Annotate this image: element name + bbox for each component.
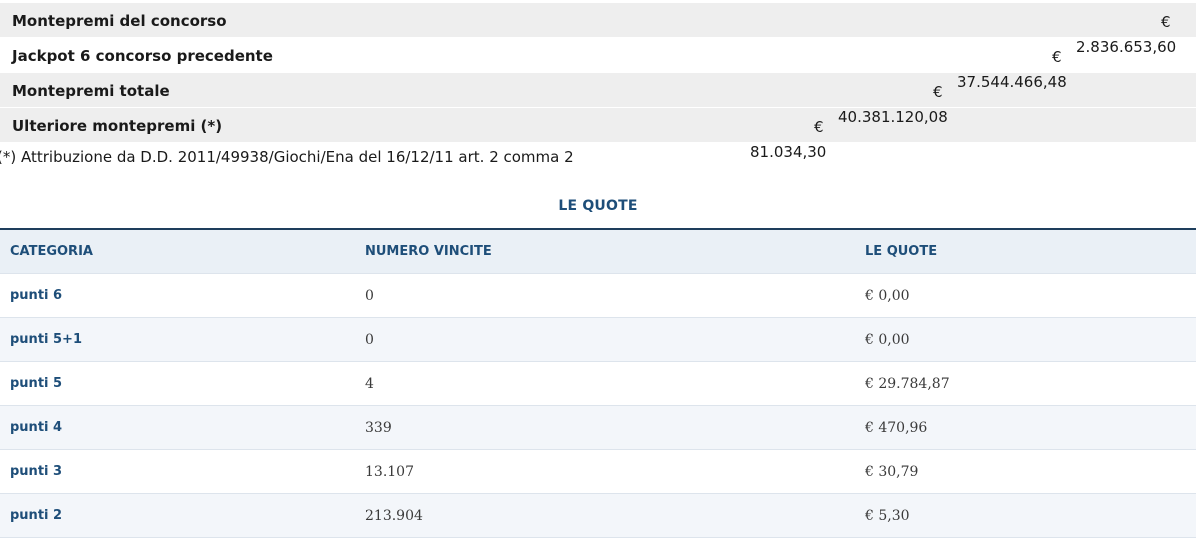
cell-quota: € 29.784,87: [855, 361, 1196, 406]
cell-categoria: punti 2: [0, 493, 355, 538]
cell-categoria: punti 6: [0, 273, 355, 318]
euro-symbol: €: [933, 83, 943, 101]
prize-row-ulteriore-montepremi: Ulteriore montepremi (*) € 40.381.120,08: [0, 108, 1196, 142]
overflow-amount: 81.034,30: [750, 143, 827, 161]
cell-categoria: punti 5+1: [0, 317, 355, 362]
cell-categoria: punti 5: [0, 361, 355, 406]
prize-amount: 37.544.466,48: [957, 73, 1067, 91]
prize-label: Ulteriore montepremi (*): [12, 117, 223, 135]
cell-numero-vincite: 213.904: [355, 493, 855, 538]
prize-row-jackpot-precedente: Jackpot 6 concorso precedente € 2.836.65…: [0, 38, 1196, 72]
prize-row-montepremi-concorso: Montepremi del concorso €: [0, 3, 1196, 37]
header-categoria: CATEGORIA: [0, 229, 355, 274]
footnote: (*) Attribuzione da D.D. 2011/49938/Gioc…: [0, 148, 574, 166]
table-row: punti 6 0 € 0,00: [0, 273, 1196, 318]
table-row: punti 5 4 € 29.784,87: [0, 361, 1196, 406]
cell-quota: € 5,30: [855, 493, 1196, 538]
cell-numero-vincite: 0: [355, 273, 855, 318]
prize-row-montepremi-totale: Montepremi totale € 37.544.466,48: [0, 73, 1196, 107]
cell-quota: € 30,79: [855, 449, 1196, 494]
cell-numero-vincite: 4: [355, 361, 855, 406]
prize-label: Montepremi totale: [12, 82, 170, 100]
quote-table: CATEGORIA NUMERO VINCITE LE QUOTE punti …: [0, 228, 1196, 538]
cell-numero-vincite: 0: [355, 317, 855, 362]
cell-categoria: punti 3: [0, 449, 355, 494]
quote-table-title: LE QUOTE: [558, 198, 638, 214]
prize-label: Jackpot 6 concorso precedente: [12, 47, 273, 65]
prize-amount: 2.836.653,60: [1076, 38, 1177, 56]
prize-amount: 40.381.120,08: [838, 108, 948, 126]
table-row: punti 5+1 0 € 0,00: [0, 317, 1196, 362]
euro-symbol: €: [1161, 13, 1171, 31]
table-row: punti 4 339 € 470,96: [0, 405, 1196, 450]
cell-quota: € 0,00: [855, 273, 1196, 318]
quote-table-header: CATEGORIA NUMERO VINCITE LE QUOTE: [0, 229, 1196, 274]
euro-symbol: €: [1052, 48, 1062, 66]
cell-numero-vincite: 13.107: [355, 449, 855, 494]
table-row: punti 2 213.904 € 5,30: [0, 493, 1196, 538]
table-row: punti 3 13.107 € 30,79: [0, 449, 1196, 494]
euro-symbol: €: [814, 118, 824, 136]
cell-quota: € 0,00: [855, 317, 1196, 362]
page: Montepremi del concorso € Jackpot 6 conc…: [0, 0, 1200, 541]
header-numero-vincite: NUMERO VINCITE: [355, 229, 855, 274]
cell-numero-vincite: 339: [355, 405, 855, 450]
prize-label: Montepremi del concorso: [12, 12, 227, 30]
cell-quota: € 470,96: [855, 405, 1196, 450]
header-le-quote: LE QUOTE: [855, 229, 1196, 274]
cell-categoria: punti 4: [0, 405, 355, 450]
